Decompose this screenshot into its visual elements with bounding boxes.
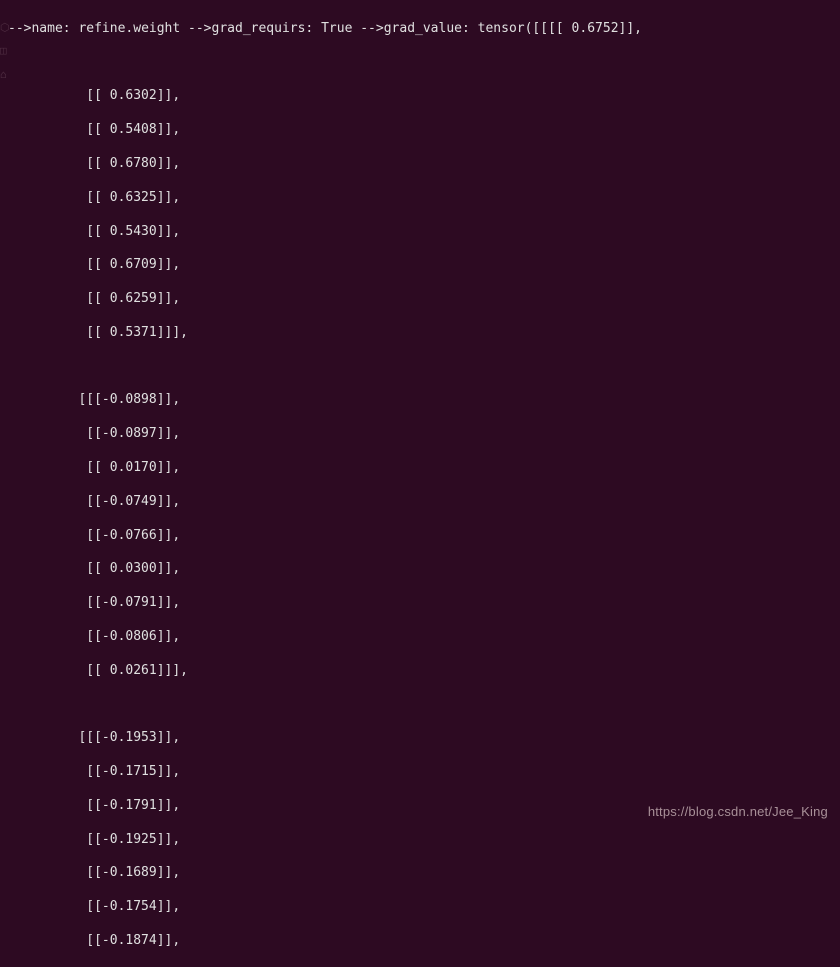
tensor-line bbox=[0, 308, 840, 325]
tensor-line bbox=[0, 105, 840, 122]
tensor-line bbox=[0, 443, 840, 460]
name-value: refine.weight bbox=[78, 21, 180, 36]
tensor-line bbox=[0, 697, 840, 714]
tensor-line bbox=[0, 747, 840, 764]
tensor-line: [[-0.0766]], bbox=[0, 528, 840, 545]
left-gutter-icons: ⬡ ◫ ⌂ bbox=[0, 20, 14, 90]
tensor-line: [[-0.0791]], bbox=[0, 595, 840, 612]
grad-value-prefix: tensor([[[[ 0.6752]], bbox=[478, 21, 642, 36]
tensor-line bbox=[0, 409, 840, 426]
tensor-line bbox=[0, 680, 840, 697]
tensor-line bbox=[0, 173, 840, 190]
tensor-block-3: [[[-0.1953]], [[-0.1715]], [[-0.1791]], … bbox=[0, 730, 840, 950]
gutter-icon: ⬡ bbox=[0, 20, 14, 35]
tensor-line bbox=[0, 240, 840, 257]
tensor-line bbox=[0, 612, 840, 629]
tensor-line bbox=[0, 342, 840, 359]
tensor-line: [[ 0.0300]], bbox=[0, 561, 840, 578]
watermark: https://blog.csdn.net/Jee_King bbox=[648, 804, 828, 819]
tensor-line: [[ 0.5371]]], bbox=[0, 325, 840, 342]
tensor-line bbox=[0, 359, 840, 376]
tensor-line bbox=[0, 545, 840, 562]
tensor-line bbox=[0, 274, 840, 291]
tensor-line bbox=[0, 511, 840, 528]
tensor-line: [[-0.0806]], bbox=[0, 629, 840, 646]
tensor-line bbox=[0, 207, 840, 224]
tensor-line: [[-0.1925]], bbox=[0, 832, 840, 849]
tensor-line: [[-0.0749]], bbox=[0, 494, 840, 511]
tensor-line bbox=[0, 477, 840, 494]
tensor-line bbox=[0, 781, 840, 798]
tensor-line: [[-0.0897]], bbox=[0, 426, 840, 443]
tensor-block-1: [[ 0.6302]], [[ 0.5408]], [[ 0.6780]], [… bbox=[0, 88, 840, 375]
gutter-icon: ◫ bbox=[0, 43, 14, 58]
name-label: -->name: bbox=[8, 21, 71, 36]
gutter-icon: ⌂ bbox=[0, 67, 14, 82]
terminal-output: -->name: refine.weight -->grad_requirs: … bbox=[0, 0, 840, 967]
tensor-line bbox=[0, 882, 840, 899]
grad-requires-value: True bbox=[321, 21, 352, 36]
tensor-line bbox=[0, 916, 840, 933]
tensor-line: [[[-0.0898]], bbox=[0, 392, 840, 409]
blank-line bbox=[0, 55, 840, 72]
tensor-line: [[ 0.6325]], bbox=[0, 190, 840, 207]
tensor-line: [[ 0.6259]], bbox=[0, 291, 840, 308]
header-line: -->name: refine.weight -->grad_requirs: … bbox=[0, 21, 840, 38]
tensor-line: [[ 0.6709]], bbox=[0, 257, 840, 274]
grad-value-label: -->grad_value: bbox=[360, 21, 470, 36]
tensor-line: [[ 0.5408]], bbox=[0, 122, 840, 139]
tensor-line bbox=[0, 139, 840, 156]
tensor-line bbox=[0, 578, 840, 595]
tensor-line: [[ 0.5430]], bbox=[0, 224, 840, 241]
tensor-line bbox=[0, 646, 840, 663]
tensor-line: [[ 0.6302]], bbox=[0, 88, 840, 105]
tensor-block-2: [[[-0.0898]], [[-0.0897]], [[ 0.0170]], … bbox=[0, 392, 840, 713]
tensor-line: [[-0.1715]], bbox=[0, 764, 840, 781]
tensor-line: [[ 0.6780]], bbox=[0, 156, 840, 173]
tensor-line: [[ 0.0170]], bbox=[0, 460, 840, 477]
tensor-line: [[-0.1874]], bbox=[0, 933, 840, 950]
tensor-line: [[-0.1689]], bbox=[0, 865, 840, 882]
tensor-line: [[-0.1754]], bbox=[0, 899, 840, 916]
tensor-line: [[[-0.1953]], bbox=[0, 730, 840, 747]
grad-requires-label: -->grad_requirs: bbox=[188, 21, 313, 36]
tensor-line bbox=[0, 849, 840, 866]
tensor-line: [[ 0.0261]]], bbox=[0, 663, 840, 680]
